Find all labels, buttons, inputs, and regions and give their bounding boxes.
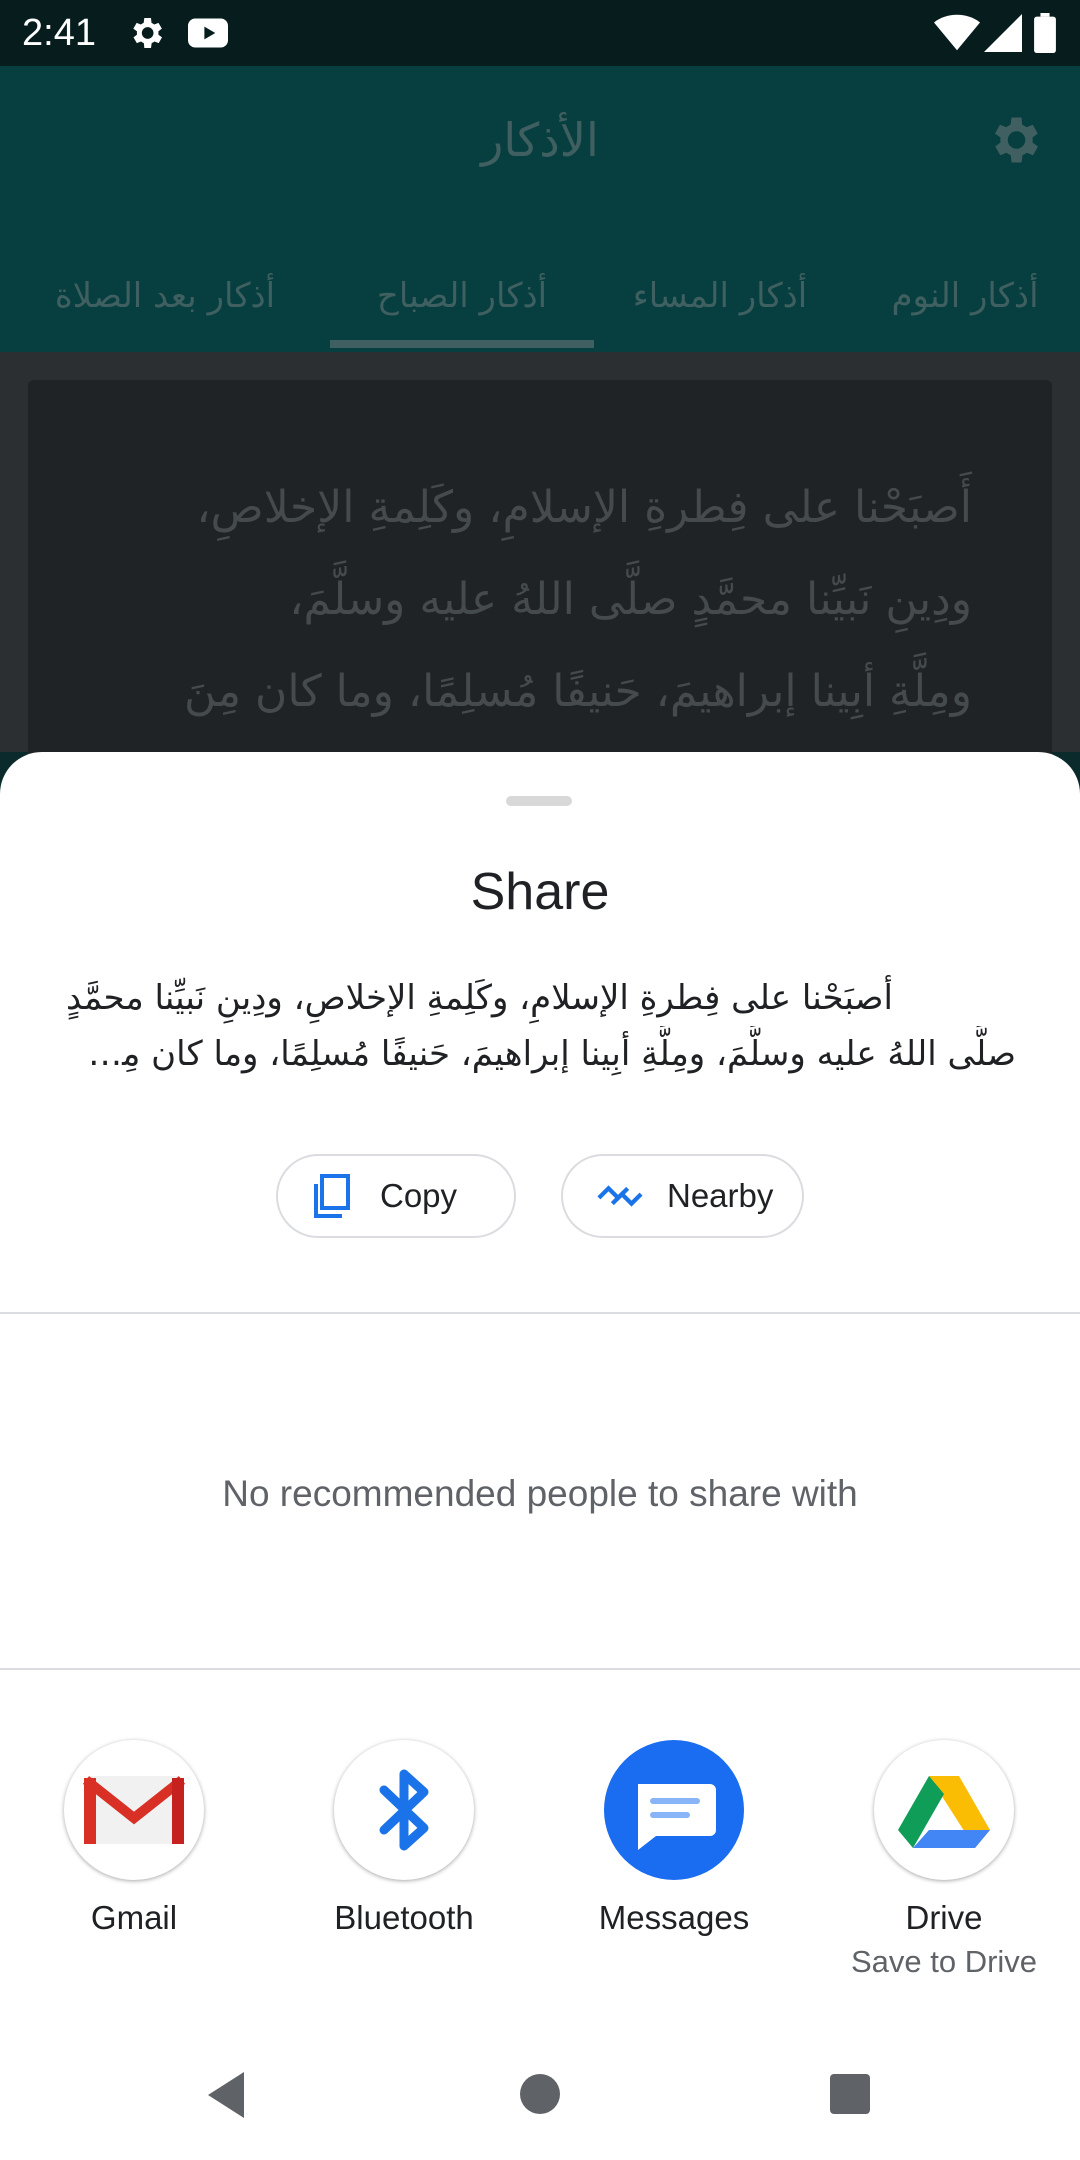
dhikr-card: أَصبَحْنا على فِطرةِ الإسلامِ، وكَلِمةِ … — [28, 380, 1052, 760]
preview-line: صلَّى اللهُ عليه وسلَّمَ، ومِلَّةِ أبِين… — [66, 1034, 1016, 1074]
no-recommended-people-text: No recommended people to share with — [222, 1473, 858, 1514]
drag-handle[interactable] — [506, 796, 572, 806]
tab-morning-adhkar[interactable]: أذكار الصباح — [330, 246, 594, 352]
copy-button[interactable]: Copy — [276, 1154, 516, 1238]
share-title: Share — [470, 863, 610, 921]
dhikr-text: أَصبَحْنا على فِطرةِ الإسلامِ، وكَلِمةِ … — [128, 462, 972, 738]
app-label: Bluetooth — [334, 1899, 474, 1936]
divider — [0, 1668, 1080, 1670]
home-icon[interactable] — [518, 2072, 562, 2116]
app-subtitle: Save to Drive — [850, 1944, 1038, 1979]
gmail-icon — [64, 1740, 204, 1880]
wifi-icon — [934, 14, 980, 51]
nearby-button[interactable]: Nearby — [561, 1154, 804, 1238]
navigation-bar — [0, 2032, 1080, 2160]
back-icon[interactable] — [204, 2070, 248, 2120]
nearby-share-icon — [597, 1185, 643, 1207]
messages-icon — [604, 1740, 744, 1880]
battery-icon — [1034, 13, 1056, 53]
google-drive-icon — [874, 1740, 1014, 1880]
dhikr-line: أَصبَحْنا على فِطرةِ الإسلامِ، وكَلِمةِ … — [196, 482, 972, 533]
share-preview-text: أصبَحْنا على فِطرةِ الإسلامِ، وكَلِمةِ ا… — [66, 970, 1016, 1082]
status-bar: 2:41 — [0, 0, 1080, 66]
dhikr-line: ومِلَّةِ أبِينا إبراهيمَ، حَنيفًا مُسلِم… — [183, 666, 972, 717]
tab-after-prayer-adhkar[interactable]: أذكار بعد الصلاة — [20, 246, 310, 352]
settings-icon — [133, 18, 162, 48]
tab-indicator — [330, 340, 594, 348]
tab-evening-adhkar[interactable]: أذكار المساء — [600, 246, 840, 352]
tab-sleep-adhkar[interactable]: أذكار النوم — [850, 246, 1080, 352]
app-label: Drive — [905, 1899, 983, 1936]
copy-label: Copy — [380, 1177, 458, 1214]
tab-bar: أذكار النوم أذكار المساء أذكار الصباح أذ… — [0, 246, 1080, 352]
app-label: Gmail — [90, 1899, 178, 1936]
app-label: Messages — [598, 1899, 750, 1936]
copy-icon — [314, 1174, 350, 1218]
divider — [0, 1312, 1080, 1314]
app-title: الأذكار — [481, 113, 599, 167]
youtube-icon — [188, 18, 228, 48]
signal-icon — [984, 14, 1022, 52]
status-time: 2:41 — [22, 12, 96, 54]
nearby-label: Nearby — [667, 1177, 774, 1214]
bluetooth-icon — [334, 1740, 474, 1880]
dhikr-line: ودِينِ نَبيِّنا محمَّدٍ صلَّى اللهُ عليه… — [289, 574, 972, 625]
share-sheet: Share أصبَحْنا على فِطرةِ الإسلامِ، وكَل… — [0, 752, 1080, 2160]
preview-line: أصبَحْنا على فِطرةِ الإسلامِ، وكَلِمةِ ا… — [66, 978, 893, 1018]
settings-icon[interactable] — [984, 110, 1044, 170]
recents-icon[interactable] — [828, 2072, 872, 2116]
app-bar: الأذكار أذكار النوم أذكار المساء أذكار ا… — [0, 66, 1080, 352]
